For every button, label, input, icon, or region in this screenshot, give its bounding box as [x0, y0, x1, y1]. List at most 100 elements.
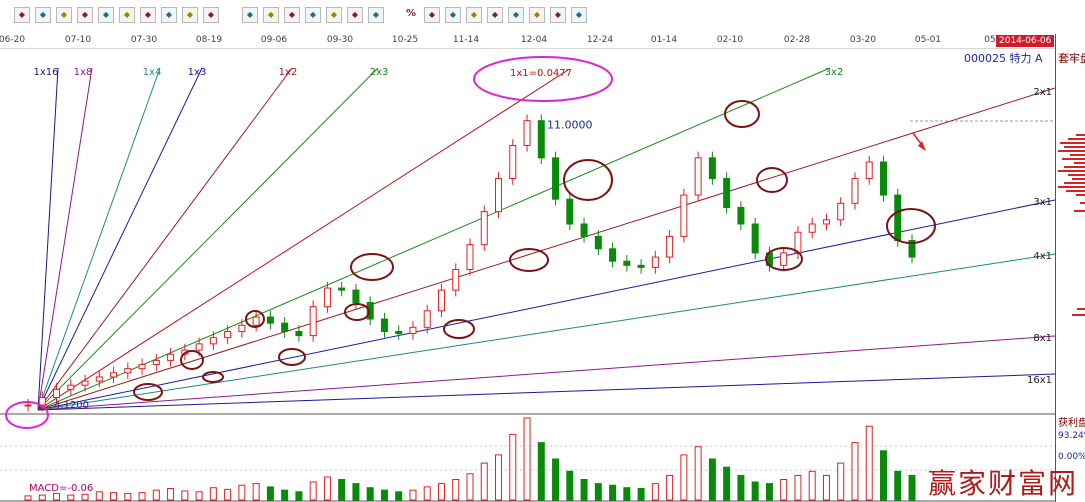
candle-body [409, 326, 417, 335]
volume-bar [266, 486, 274, 501]
date-axis-label: 08-19 [195, 35, 223, 45]
chip-distribution-panel: 套牢盘 获利盘 93.24% 0.00% [1055, 34, 1085, 502]
ellipse-icon[interactable]: ◆ [326, 7, 342, 23]
volume-bar [395, 491, 403, 501]
candle-body [167, 353, 175, 361]
candle-body [651, 256, 659, 268]
diamond-icon[interactable]: ◆ [140, 7, 156, 23]
candle-body [338, 287, 346, 291]
volume-bar [837, 462, 845, 501]
chip-bar [1068, 138, 1085, 140]
date-axis-label: 09-30 [326, 35, 354, 45]
cycle-icon[interactable]: ◆ [203, 7, 219, 23]
text-icon[interactable]: ◆ [424, 7, 440, 23]
candle-body [24, 404, 32, 407]
fall-icon[interactable]: ◆ [529, 7, 545, 23]
line-tool-icon[interactable]: ◆ [263, 7, 279, 23]
date-axis: 06-20 07-10 07-30 08-19 09-06 09-30 10-25 11-14… [0, 34, 1055, 49]
candle-body [808, 223, 816, 233]
candle-body [309, 306, 317, 337]
volume-bar [81, 493, 89, 501]
gann-fan-line [37, 87, 1055, 411]
highlight-ellipse-peak [473, 56, 613, 102]
erase-icon[interactable]: ◆ [550, 7, 566, 23]
volume-bar [338, 479, 346, 501]
gann-fan-label: 16x1 [1027, 375, 1052, 386]
volume-bar [195, 491, 203, 501]
date-axis-label: 11-14 [452, 35, 480, 45]
candle-body [851, 178, 859, 204]
volume-bar [495, 454, 503, 501]
gann-fan-line [37, 199, 1055, 411]
gann-icon[interactable]: ◆ [368, 7, 384, 23]
candle-body [580, 223, 588, 237]
lock-icon[interactable]: ◆ [571, 7, 587, 23]
candle-body [95, 376, 103, 382]
chip-bar [1074, 162, 1085, 164]
gann-fan-label: 2x1 [1033, 87, 1052, 98]
volume-bar [352, 483, 360, 501]
volume-bar [466, 473, 474, 501]
volume-bar [908, 474, 916, 501]
diamond-icon[interactable]: ◆ [182, 7, 198, 23]
volume-bar [366, 487, 374, 501]
rise-icon[interactable]: ◆ [508, 7, 524, 23]
volume-bar [666, 474, 674, 501]
chip-bar [1058, 170, 1085, 172]
watermark-logo: 赢家财富网 [928, 467, 1079, 500]
volume-bar [181, 490, 189, 501]
candle-body [152, 359, 160, 366]
chip-bar [1064, 146, 1085, 148]
chip-bar [1058, 150, 1085, 152]
percent-icon[interactable]: % [403, 7, 419, 23]
volume-bar [409, 489, 417, 501]
volume-bar [38, 494, 46, 501]
parallel-icon[interactable]: ◆ [284, 7, 300, 23]
volume-bar [822, 474, 830, 501]
arrow-icon[interactable]: ◆ [56, 7, 72, 23]
diamond-icon[interactable]: ◆ [98, 7, 114, 23]
origin-price-label: 4.1200 [54, 400, 89, 411]
target-icon[interactable]: ◆ [445, 7, 461, 23]
volume-bar [537, 442, 545, 501]
volume-bar [110, 492, 118, 501]
candle-body [822, 219, 830, 225]
price-chart[interactable]: 1x16 1x8 1x4 1x3 1x2 2x3 3x2 2x1 3x1 4x1 8x1 16x1 11… [0, 48, 1055, 502]
chip-bar [1076, 134, 1085, 136]
volume-bar [808, 470, 816, 501]
date-axis-label: 01-14 [650, 35, 678, 45]
candle-body [737, 206, 745, 225]
chart-toggle-icon[interactable]: ◆ [14, 7, 30, 23]
profit-ratio-value: 93.24% [1058, 431, 1085, 441]
volume-bar [224, 488, 232, 501]
volume-bar [680, 454, 688, 501]
fan-line-icon[interactable]: ◆ [35, 7, 51, 23]
candle-body [609, 248, 617, 262]
candle-body [238, 324, 246, 332]
candle-body [266, 316, 274, 324]
candle-body [865, 161, 873, 180]
volume-bar [24, 495, 32, 501]
volume-bar [152, 489, 160, 501]
candle-body [680, 194, 688, 237]
chip-bar [1072, 178, 1085, 180]
grid-icon[interactable]: ◆ [242, 7, 258, 23]
gann-fan-label: 4x1 [1033, 251, 1052, 262]
diamond-icon[interactable]: ◆ [119, 7, 135, 23]
candle-body [623, 260, 631, 266]
date-axis-label: 05-01 [914, 35, 942, 45]
price-tag-icon[interactable]: ◆ [487, 7, 503, 23]
candle-body [723, 178, 731, 208]
pointer-icon[interactable]: ◆ [77, 7, 93, 23]
fibonacci-icon[interactable]: ◆ [347, 7, 363, 23]
channel-icon[interactable]: ◆ [305, 7, 321, 23]
diamond-icon[interactable]: ◆ [161, 7, 177, 23]
candle-body [295, 330, 303, 337]
date-axis-label: 07-30 [130, 35, 158, 45]
chip-bar [1066, 190, 1085, 192]
chip-bar [1076, 194, 1085, 196]
trapped-ratio-value: 0.00% [1058, 452, 1085, 462]
palette-icon[interactable]: ◆ [466, 7, 482, 23]
candle-body [537, 120, 545, 159]
gann-fan-label: 1x3 [188, 67, 207, 78]
